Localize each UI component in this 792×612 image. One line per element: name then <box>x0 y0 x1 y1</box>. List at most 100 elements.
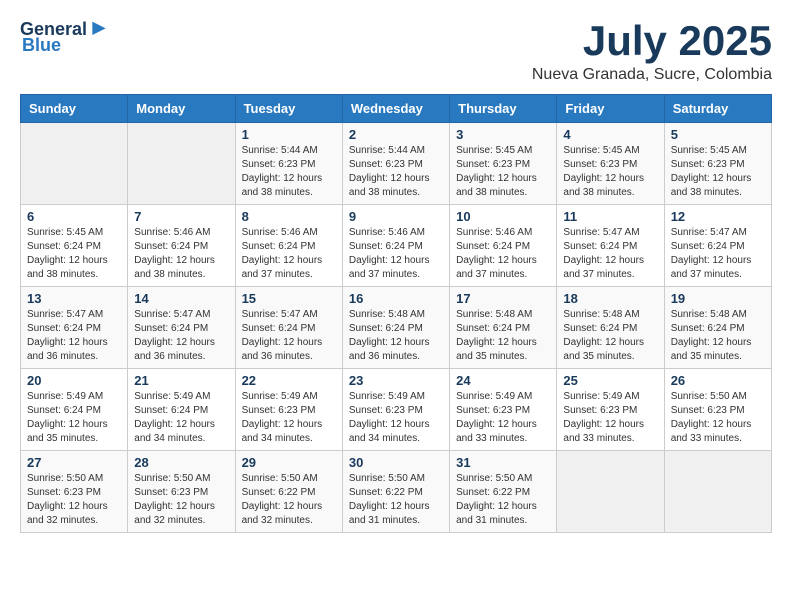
calendar-day-cell: 21 Sunrise: 5:49 AM Sunset: 6:24 PM Dayli… <box>128 369 235 451</box>
day-info: Sunrise: 5:47 AM Sunset: 6:24 PM Dayligh… <box>27 308 121 364</box>
calendar-day-cell: 13 Sunrise: 5:47 AM Sunset: 6:24 PM Dayli… <box>21 287 128 369</box>
calendar-day-cell: 22 Sunrise: 5:49 AM Sunset: 6:23 PM Dayli… <box>235 369 342 451</box>
day-number: 7 <box>134 209 228 224</box>
day-info: Sunrise: 5:50 AM Sunset: 6:22 PM Dayligh… <box>242 472 336 528</box>
calendar-day-cell: 23Sunrise: 5:49 AM Sunset: 6:23 PM Dayli… <box>342 369 449 451</box>
day-info: Sunrise: 5:48 AM Sunset: 6:24 PM Dayligh… <box>456 308 550 364</box>
day-number: 22 <box>242 373 336 388</box>
day-number: 2 <box>349 127 443 142</box>
day-info: Sunrise: 5:47 AM Sunset: 6:24 PM Dayligh… <box>671 226 765 282</box>
day-number: 26 <box>671 373 765 388</box>
calendar-weekday-header: Thursday <box>450 95 557 123</box>
calendar-day-cell <box>128 123 235 205</box>
calendar-day-cell: 2 Sunrise: 5:44 AM Sunset: 6:23 PM Daylig… <box>342 123 449 205</box>
day-number: 23 <box>349 373 443 388</box>
day-number: 12 <box>671 209 765 224</box>
day-info: Sunrise: 5:49 AM Sunset: 6:23 PM Dayligh… <box>242 390 336 446</box>
calendar-week-row: 27 Sunrise: 5:50 AM Sunset: 6:23 PM Dayli… <box>21 451 772 533</box>
calendar-day-cell: 29 Sunrise: 5:50 AM Sunset: 6:22 PM Dayli… <box>235 451 342 533</box>
calendar-day-cell: 20Sunrise: 5:49 AM Sunset: 6:24 PM Dayli… <box>21 369 128 451</box>
main-title: July 2025 <box>532 20 772 62</box>
day-number: 13 <box>27 291 121 306</box>
calendar-day-cell <box>557 451 664 533</box>
calendar-day-cell <box>21 123 128 205</box>
day-info: Sunrise: 5:44 AM Sunset: 6:23 PM Dayligh… <box>242 144 336 200</box>
day-info: Sunrise: 5:47 AM Sunset: 6:24 PM Dayligh… <box>134 308 228 364</box>
calendar-weekday-header: Sunday <box>21 95 128 123</box>
day-number: 10 <box>456 209 550 224</box>
calendar-week-row: 1Sunrise: 5:44 AM Sunset: 6:23 PM Daylig… <box>21 123 772 205</box>
day-info: Sunrise: 5:49 AM Sunset: 6:24 PM Dayligh… <box>134 390 228 446</box>
day-info: Sunrise: 5:50 AM Sunset: 6:23 PM Dayligh… <box>671 390 765 446</box>
day-info: Sunrise: 5:46 AM Sunset: 6:24 PM Dayligh… <box>349 226 443 282</box>
day-info: Sunrise: 5:49 AM Sunset: 6:23 PM Dayligh… <box>456 390 550 446</box>
calendar-weekday-header: Wednesday <box>342 95 449 123</box>
day-info: Sunrise: 5:50 AM Sunset: 6:22 PM Dayligh… <box>456 472 550 528</box>
calendar-week-row: 13 Sunrise: 5:47 AM Sunset: 6:24 PM Dayli… <box>21 287 772 369</box>
day-number: 8 <box>242 209 336 224</box>
calendar-day-cell: 19 Sunrise: 5:48 AM Sunset: 6:24 PM Dayli… <box>664 287 771 369</box>
day-info: Sunrise: 5:48 AM Sunset: 6:24 PM Dayligh… <box>349 308 443 364</box>
day-number: 27 <box>27 455 121 470</box>
calendar-day-cell: 31Sunrise: 5:50 AM Sunset: 6:22 PM Dayli… <box>450 451 557 533</box>
calendar-weekday-header: Friday <box>557 95 664 123</box>
calendar-day-cell: 5 Sunrise: 5:45 AM Sunset: 6:23 PM Daylig… <box>664 123 771 205</box>
calendar-weekday-header: Monday <box>128 95 235 123</box>
calendar-weekday-header: Tuesday <box>235 95 342 123</box>
calendar-day-cell: 1Sunrise: 5:44 AM Sunset: 6:23 PM Daylig… <box>235 123 342 205</box>
day-number: 14 <box>134 291 228 306</box>
header: General Blue July 2025 Nueva Granada, Su… <box>20 20 772 84</box>
day-number: 4 <box>563 127 657 142</box>
calendar-day-cell: 16 Sunrise: 5:48 AM Sunset: 6:24 PM Dayli… <box>342 287 449 369</box>
day-number: 25 <box>563 373 657 388</box>
day-info: Sunrise: 5:50 AM Sunset: 6:22 PM Dayligh… <box>349 472 443 528</box>
day-number: 17 <box>456 291 550 306</box>
day-number: 6 <box>27 209 121 224</box>
day-number: 18 <box>563 291 657 306</box>
day-number: 9 <box>349 209 443 224</box>
calendar-day-cell: 17 Sunrise: 5:48 AM Sunset: 6:24 PM Dayli… <box>450 287 557 369</box>
calendar-day-cell: 12 Sunrise: 5:47 AM Sunset: 6:24 PM Dayli… <box>664 205 771 287</box>
calendar-day-cell: 8 Sunrise: 5:46 AM Sunset: 6:24 PM Daylig… <box>235 205 342 287</box>
calendar-day-cell <box>664 451 771 533</box>
day-number: 24 <box>456 373 550 388</box>
subtitle: Nueva Granada, Sucre, Colombia <box>532 66 772 84</box>
day-number: 15 <box>242 291 336 306</box>
day-info: Sunrise: 5:48 AM Sunset: 6:24 PM Dayligh… <box>671 308 765 364</box>
day-info: Sunrise: 5:46 AM Sunset: 6:24 PM Dayligh… <box>242 226 336 282</box>
day-info: Sunrise: 5:50 AM Sunset: 6:23 PM Dayligh… <box>134 472 228 528</box>
calendar-day-cell: 30 Sunrise: 5:50 AM Sunset: 6:22 PM Dayli… <box>342 451 449 533</box>
day-number: 28 <box>134 455 228 470</box>
calendar-day-cell: 11Sunrise: 5:47 AM Sunset: 6:24 PM Dayli… <box>557 205 664 287</box>
day-number: 5 <box>671 127 765 142</box>
calendar-day-cell: 10 Sunrise: 5:46 AM Sunset: 6:24 PM Dayli… <box>450 205 557 287</box>
day-number: 20 <box>27 373 121 388</box>
calendar-day-cell: 15 Sunrise: 5:47 AM Sunset: 6:24 PM Dayli… <box>235 287 342 369</box>
day-number: 30 <box>349 455 443 470</box>
calendar-day-cell: 26 Sunrise: 5:50 AM Sunset: 6:23 PM Dayli… <box>664 369 771 451</box>
calendar-header-row: SundayMondayTuesdayWednesdayThursdayFrid… <box>21 95 772 123</box>
day-number: 19 <box>671 291 765 306</box>
day-info: Sunrise: 5:46 AM Sunset: 6:24 PM Dayligh… <box>456 226 550 282</box>
calendar-day-cell: 3Sunrise: 5:45 AM Sunset: 6:23 PM Daylig… <box>450 123 557 205</box>
day-number: 21 <box>134 373 228 388</box>
calendar-day-cell: 7 Sunrise: 5:46 AM Sunset: 6:24 PM Daylig… <box>128 205 235 287</box>
calendar-day-cell: 4Sunrise: 5:45 AM Sunset: 6:23 PM Daylig… <box>557 123 664 205</box>
day-number: 29 <box>242 455 336 470</box>
day-info: Sunrise: 5:47 AM Sunset: 6:24 PM Dayligh… <box>563 226 657 282</box>
day-info: Sunrise: 5:44 AM Sunset: 6:23 PM Dayligh… <box>349 144 443 200</box>
day-info: Sunrise: 5:45 AM Sunset: 6:23 PM Dayligh… <box>456 144 550 200</box>
title-block: July 2025 Nueva Granada, Sucre, Colombia <box>532 20 772 84</box>
logo-blue-text: Blue <box>22 35 61 55</box>
day-info: Sunrise: 5:45 AM Sunset: 6:23 PM Dayligh… <box>671 144 765 200</box>
day-info: Sunrise: 5:48 AM Sunset: 6:24 PM Dayligh… <box>563 308 657 364</box>
day-info: Sunrise: 5:47 AM Sunset: 6:24 PM Dayligh… <box>242 308 336 364</box>
day-number: 16 <box>349 291 443 306</box>
calendar-day-cell: 6Sunrise: 5:45 AM Sunset: 6:24 PM Daylig… <box>21 205 128 287</box>
day-info: Sunrise: 5:46 AM Sunset: 6:24 PM Dayligh… <box>134 226 228 282</box>
day-info: Sunrise: 5:49 AM Sunset: 6:23 PM Dayligh… <box>563 390 657 446</box>
calendar-week-row: 6Sunrise: 5:45 AM Sunset: 6:24 PM Daylig… <box>21 205 772 287</box>
logo: General Blue <box>20 20 109 56</box>
calendar-table: SundayMondayTuesdayWednesdayThursdayFrid… <box>20 94 772 533</box>
calendar-day-cell: 28 Sunrise: 5:50 AM Sunset: 6:23 PM Dayli… <box>128 451 235 533</box>
